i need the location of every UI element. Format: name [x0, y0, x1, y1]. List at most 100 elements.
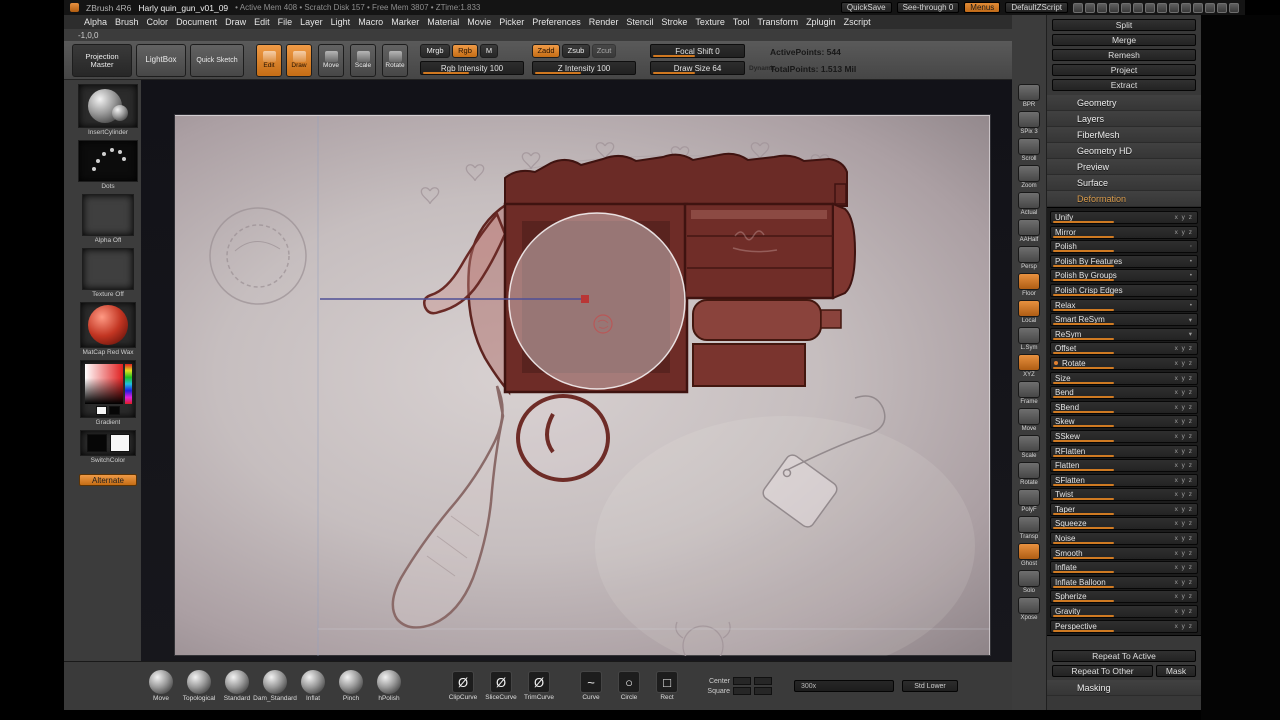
menu-item[interactable]: File: [274, 17, 297, 27]
right-shelf-button[interactable]: Transp: [1018, 516, 1040, 540]
right-shelf-button[interactable]: PolyF: [1018, 489, 1040, 513]
deformation-slider[interactable]: Mirror x y z: [1050, 225, 1198, 239]
stroke-palette-icon[interactable]: [1085, 2, 1095, 13]
menus-button[interactable]: Menus: [964, 2, 1001, 13]
axis-toggles[interactable]: •: [1190, 302, 1197, 309]
menu-item[interactable]: Material: [423, 17, 463, 27]
right-shelf-button[interactable]: Persp: [1018, 246, 1040, 270]
stroke-thumbnail[interactable]: [78, 140, 138, 182]
geometry-action-button[interactable]: Extract: [1052, 79, 1196, 91]
axis-toggles[interactable]: x y z: [1175, 229, 1197, 236]
default-zscript-button[interactable]: DefaultZScript: [1005, 2, 1068, 13]
deformation-slider[interactable]: Unify x y z: [1050, 211, 1198, 224]
deformation-slider[interactable]: SFlatten x y z: [1050, 473, 1198, 487]
menu-item[interactable]: Alpha: [80, 17, 111, 27]
right-shelf-button[interactable]: Xpose: [1018, 597, 1040, 621]
alpha-palette-icon[interactable]: [1097, 2, 1107, 13]
alt-color-swatch[interactable]: [109, 434, 130, 452]
deformation-slider[interactable]: SSkew x y z: [1050, 429, 1198, 443]
axis-toggles[interactable]: ▾: [1189, 316, 1197, 324]
right-shelf-button[interactable]: Local: [1018, 300, 1040, 324]
geometry-action-button[interactable]: Project: [1052, 64, 1196, 76]
lightbox-button[interactable]: LightBox: [136, 44, 186, 77]
menu-item[interactable]: Tool: [729, 17, 754, 27]
clip-brush-shortcut[interactable]: Ø ClipCurve: [444, 671, 482, 701]
subpalette-header[interactable]: FiberMesh: [1047, 127, 1201, 143]
menu-item[interactable]: Marker: [387, 17, 423, 27]
axis-toggles[interactable]: •: [1190, 272, 1197, 279]
subpalette-header[interactable]: Preview: [1047, 159, 1201, 175]
axis-toggles[interactable]: x y z: [1175, 550, 1197, 557]
texture-thumbnail[interactable]: [82, 248, 134, 290]
quicksave-button[interactable]: QuickSave: [840, 2, 892, 13]
square-value-box[interactable]: [733, 687, 751, 695]
menu-item[interactable]: Render: [585, 17, 623, 27]
saturation-value-square[interactable]: [84, 363, 123, 404]
axis-toggles[interactable]: x y z: [1175, 491, 1197, 498]
subpalette-header[interactable]: Geometry HD: [1047, 143, 1201, 159]
alpha-thumbnail[interactable]: [82, 194, 134, 236]
geometry-action-button[interactable]: Remesh: [1052, 49, 1196, 61]
axis-toggles[interactable]: x y z: [1175, 608, 1197, 615]
render-palette-icon[interactable]: [1181, 2, 1191, 13]
right-shelf-button[interactable]: SPix 3: [1018, 111, 1040, 135]
menu-item[interactable]: Document: [172, 17, 221, 27]
stroke-type-button[interactable]: □ Rect: [648, 671, 686, 701]
rgb-intensity-slider[interactable]: Rgb Intensity 100: [420, 61, 524, 75]
menu-item[interactable]: Stroke: [657, 17, 691, 27]
brush-shortcut[interactable]: Topological: [180, 670, 218, 702]
square-value-box-2[interactable]: [754, 687, 772, 695]
subpalette-header[interactable]: Geometry: [1047, 95, 1201, 111]
deformation-slider[interactable]: Skew x y z: [1050, 415, 1198, 429]
transform-palette-icon[interactable]: [1205, 2, 1215, 13]
menu-item[interactable]: Zplugin: [802, 17, 840, 27]
projection-master-button[interactable]: Projection Master: [72, 44, 132, 77]
right-shelf-button[interactable]: Rotate: [1018, 462, 1040, 486]
zscript-palette-icon[interactable]: [1229, 2, 1239, 13]
deformation-slider[interactable]: Polish Crisp Edges •: [1050, 283, 1198, 297]
deformation-slider[interactable]: Inflate x y z: [1050, 561, 1198, 575]
see-through-slider[interactable]: See-through 0: [896, 2, 960, 13]
subpalette-header[interactable]: Layers: [1047, 111, 1201, 127]
axis-toggles[interactable]: x y z: [1175, 360, 1197, 367]
repeat-to-active-button[interactable]: Repeat To Active: [1052, 650, 1196, 663]
deformation-slider[interactable]: Inflate Balloon x y z: [1050, 575, 1198, 589]
brush-shortcut[interactable]: Standard: [218, 670, 256, 702]
right-shelf-button[interactable]: Scale: [1018, 435, 1040, 459]
deformation-slider[interactable]: Offset x y z: [1050, 342, 1198, 356]
axis-toggles[interactable]: x y z: [1175, 375, 1197, 382]
z-intensity-slider[interactable]: Z Intensity 100: [532, 61, 636, 75]
current-color-swatch[interactable]: [96, 405, 107, 415]
zcut-button[interactable]: Zcut: [592, 44, 616, 58]
deformation-slider[interactable]: Smooth x y z: [1050, 546, 1198, 560]
std-lower-button[interactable]: Std Lower: [902, 680, 958, 692]
m-button[interactable]: M: [480, 44, 498, 58]
secondary-color-swatch[interactable]: [109, 405, 120, 415]
deformation-slider[interactable]: Rotate x y z: [1050, 356, 1198, 370]
material-palette-icon[interactable]: [1121, 2, 1131, 13]
menu-item[interactable]: Light: [327, 17, 355, 27]
move-mode-button[interactable]: Move: [318, 44, 344, 77]
axis-toggles[interactable]: x y z: [1175, 520, 1197, 527]
axis-toggles[interactable]: x y z: [1175, 448, 1197, 455]
axis-toggles[interactable]: x y z: [1175, 214, 1197, 221]
menu-item[interactable]: Color: [143, 17, 173, 27]
draw-size-slider[interactable]: Draw Size 64: [650, 61, 745, 75]
right-shelf-button[interactable]: Zoom: [1018, 165, 1040, 189]
zplugin-palette-icon[interactable]: [1217, 2, 1227, 13]
menu-item[interactable]: Brush: [111, 17, 143, 27]
deformation-slider[interactable]: Gravity x y z: [1050, 605, 1198, 619]
center-label[interactable]: Center: [700, 678, 730, 685]
menu-item[interactable]: Movie: [463, 17, 495, 27]
right-shelf-button[interactable]: Scroll: [1018, 138, 1040, 162]
deformation-slider[interactable]: Relax •: [1050, 298, 1198, 312]
menu-item[interactable]: Zscript: [840, 17, 875, 27]
mrgb-button[interactable]: Mrgb: [420, 44, 450, 58]
deformation-slider[interactable]: Polish ◦: [1050, 240, 1198, 254]
axis-toggles[interactable]: x y z: [1175, 579, 1197, 586]
right-shelf-button[interactable]: AAHalf: [1018, 219, 1040, 243]
deformation-header[interactable]: Deformation: [1047, 191, 1201, 207]
current-tool-thumbnail[interactable]: [78, 84, 138, 128]
right-shelf-button[interactable]: Frame: [1018, 381, 1040, 405]
brush-shortcut[interactable]: Move: [142, 670, 180, 702]
